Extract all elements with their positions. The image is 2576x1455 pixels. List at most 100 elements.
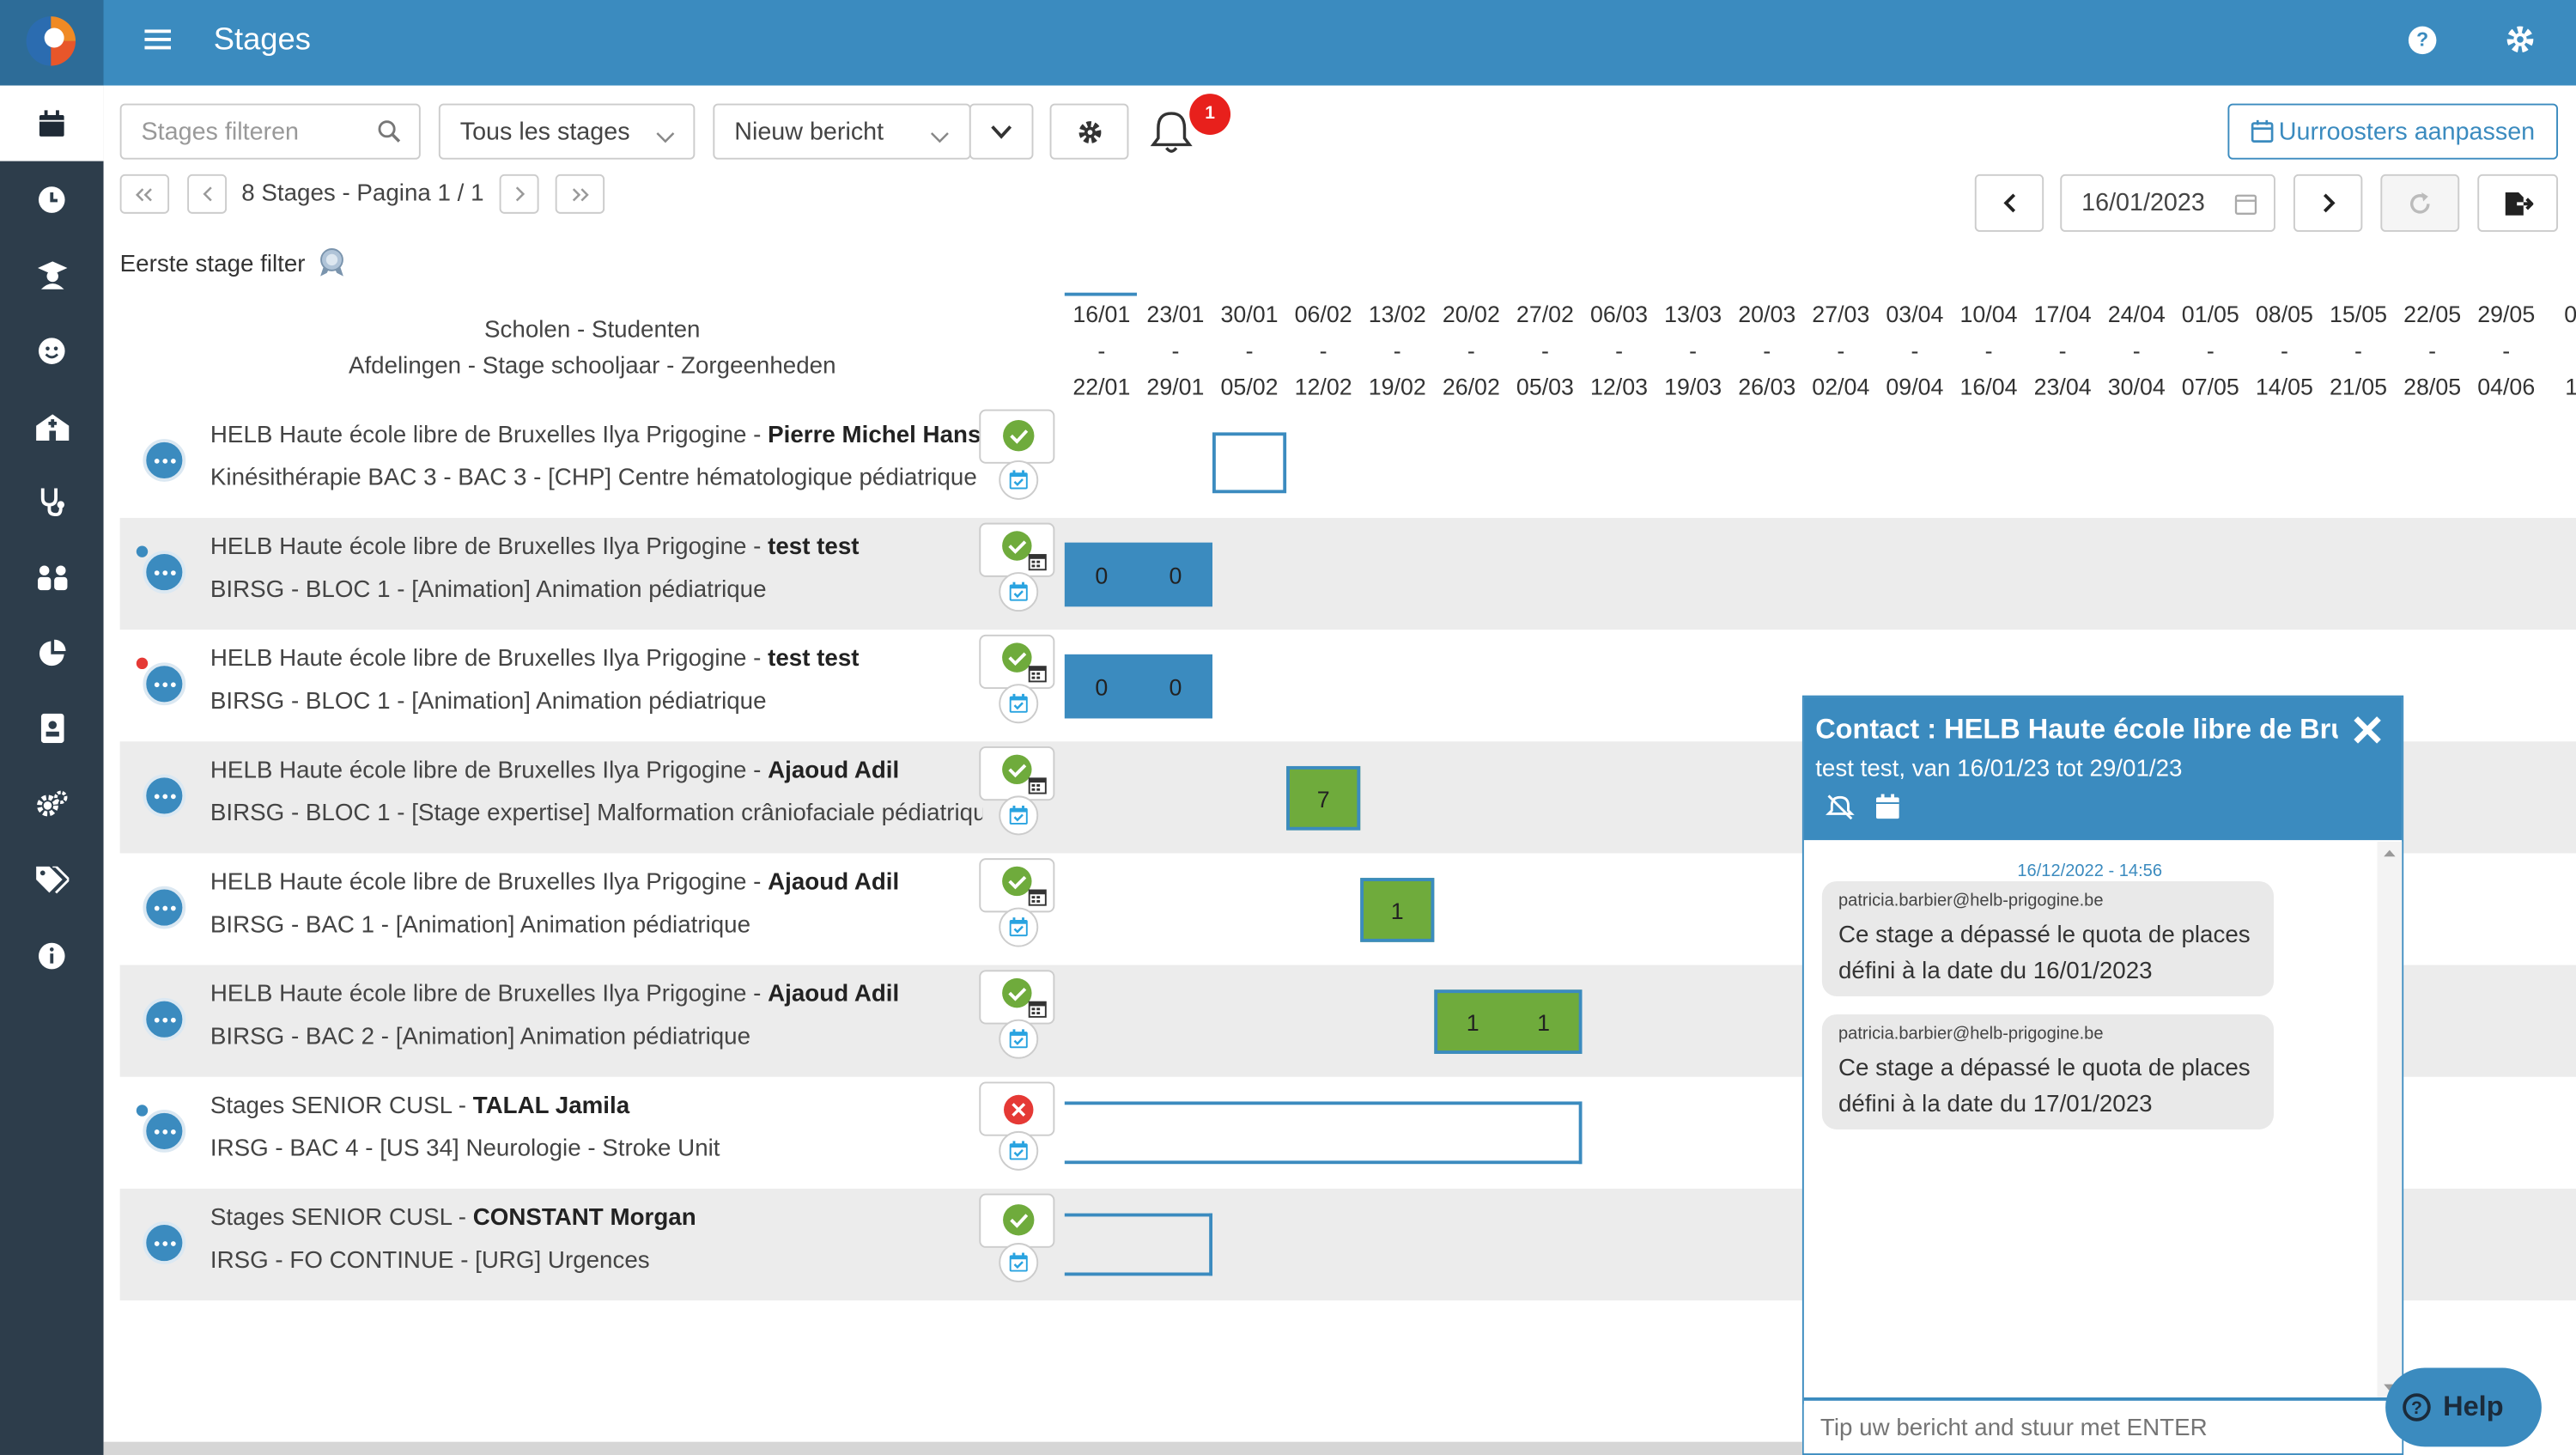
chat-message-input[interactable] bbox=[1803, 1403, 2403, 1454]
calendar-check-icon[interactable] bbox=[999, 572, 1039, 612]
planning-bar-green[interactable]: 11 bbox=[1434, 989, 1583, 1054]
info-icon[interactable] bbox=[0, 917, 104, 993]
student-name: Ajaoud Adil bbox=[768, 869, 900, 897]
planning-range[interactable] bbox=[1064, 1101, 1583, 1165]
status-error-icon[interactable] bbox=[979, 1081, 1055, 1136]
mute-notifications-icon[interactable] bbox=[1826, 794, 1855, 829]
chevron-down-icon bbox=[930, 124, 950, 152]
week-start-date: 06/02 bbox=[1294, 301, 1352, 327]
tags-icon[interactable] bbox=[0, 842, 104, 917]
row-actions-button[interactable] bbox=[143, 1221, 186, 1264]
week-range-dash: - bbox=[1837, 337, 1845, 364]
dropdown-toggle-button[interactable] bbox=[969, 103, 1034, 160]
calendar-check-icon[interactable] bbox=[999, 907, 1039, 947]
award-ribbon-icon[interactable] bbox=[315, 248, 348, 286]
week-end-date: 22/01 bbox=[1072, 373, 1131, 400]
notification-bell-icon[interactable] bbox=[1150, 108, 1193, 162]
calendar-check-icon[interactable] bbox=[999, 1019, 1039, 1059]
refresh-button[interactable] bbox=[2380, 174, 2460, 232]
week-end-date: 26/03 bbox=[1738, 373, 1796, 400]
cogs-icon[interactable] bbox=[0, 766, 104, 842]
planning-bar-green[interactable]: 7 bbox=[1286, 765, 1361, 831]
week-start-date: 20/02 bbox=[1442, 301, 1500, 327]
pie-chart-icon[interactable] bbox=[0, 615, 104, 691]
smiley-icon[interactable] bbox=[0, 313, 104, 388]
chat-scrollbar[interactable] bbox=[2377, 842, 2403, 1397]
calendar-check-icon[interactable] bbox=[999, 1130, 1039, 1171]
id-card-icon[interactable] bbox=[0, 691, 104, 766]
week-start-date: 10/04 bbox=[1959, 301, 2018, 327]
calendar-icon[interactable] bbox=[1875, 794, 1899, 827]
calendar-check-icon[interactable] bbox=[999, 795, 1039, 836]
prev-page-button[interactable] bbox=[187, 174, 228, 214]
horizontal-scrollbar[interactable] bbox=[103, 1441, 1802, 1455]
next-page-button[interactable] bbox=[499, 174, 539, 214]
edit-schedules-button[interactable]: Uurroosters aanpassen bbox=[2227, 103, 2559, 160]
graduate-icon[interactable] bbox=[0, 237, 104, 313]
status-ok-icon[interactable] bbox=[979, 409, 1055, 464]
close-icon[interactable] bbox=[2353, 715, 2382, 753]
clock-icon[interactable] bbox=[0, 161, 104, 237]
calendar-check-icon[interactable] bbox=[999, 1243, 1039, 1282]
week-range-dash: - bbox=[2428, 337, 2437, 364]
stethoscope-icon[interactable] bbox=[0, 464, 104, 539]
week-range-dash: - bbox=[2543, 337, 2576, 363]
hospital-icon[interactable] bbox=[0, 388, 104, 464]
table-row: HELB Haute école libre de Bruxelles Ilya… bbox=[120, 406, 2576, 518]
row-actions-button[interactable] bbox=[143, 1110, 186, 1153]
status-ok-icon[interactable] bbox=[979, 634, 1055, 690]
message-type-select[interactable]: Nieuw bericht bbox=[713, 103, 971, 160]
planning-bar-blue[interactable]: 00 bbox=[1064, 542, 1213, 607]
row-detail: BIRSG - BAC 1 - [Animation] Animation pé… bbox=[210, 912, 751, 939]
week-range-dash: - bbox=[2058, 337, 2067, 364]
people-icon[interactable] bbox=[0, 539, 104, 615]
first-page-button[interactable] bbox=[119, 174, 170, 214]
row-school-student: HELB Haute école libre de Bruxelles Ilya… bbox=[210, 870, 899, 897]
next-week-button[interactable] bbox=[2293, 174, 2363, 232]
previous-week-button[interactable] bbox=[1974, 174, 2044, 232]
week-end-date: 11/ bbox=[2565, 373, 2576, 400]
planning-slot-empty[interactable] bbox=[1212, 432, 1287, 494]
settings-gear-icon[interactable] bbox=[2506, 25, 2535, 63]
row-actions-button[interactable] bbox=[143, 774, 186, 818]
slot-count: 1 bbox=[1390, 897, 1404, 923]
chat-message: patricia.barbier@helb-prigogine.be Ce st… bbox=[1821, 1014, 2275, 1129]
date-value: 16/01/2023 bbox=[2081, 189, 2205, 217]
menu-icon[interactable] bbox=[144, 28, 173, 55]
week-start-date: 29/05 bbox=[2477, 301, 2536, 327]
status-ok-icon[interactable] bbox=[979, 858, 1055, 913]
week-range-dash: - bbox=[2206, 337, 2215, 364]
row-actions-button[interactable] bbox=[143, 886, 186, 929]
last-page-button[interactable] bbox=[555, 174, 605, 214]
help-circle-icon[interactable]: ? bbox=[2408, 26, 2437, 55]
week-end-date: 21/05 bbox=[2329, 373, 2388, 400]
status-ok-icon[interactable] bbox=[979, 1193, 1055, 1248]
row-actions-button[interactable] bbox=[143, 551, 186, 594]
row-actions-button[interactable] bbox=[143, 997, 186, 1041]
calendar-icon[interactable] bbox=[0, 85, 104, 161]
help-button[interactable]: ? Help bbox=[2385, 1367, 2542, 1447]
calendar-check-icon[interactable] bbox=[999, 460, 1039, 500]
stage-filter-input[interactable]: Stages filteren bbox=[119, 103, 421, 160]
date-picker-input[interactable]: 16/01/2023 bbox=[2060, 174, 2275, 232]
table-header-line2: Afdelingen - Stage schooljaar - Zorgeenh… bbox=[348, 353, 836, 380]
row-school-student: HELB Haute école libre de Bruxelles Ilya… bbox=[210, 423, 981, 449]
planning-range[interactable] bbox=[1064, 1213, 1213, 1276]
status-ok-icon[interactable] bbox=[979, 970, 1055, 1025]
export-button[interactable] bbox=[2477, 174, 2559, 232]
week-range-dash: - bbox=[1984, 337, 1993, 364]
chat-subtitle: test test, van 16/01/23 tot 29/01/23 bbox=[1815, 756, 2183, 783]
row-actions-button[interactable] bbox=[143, 439, 186, 482]
week-start-date: 30/01 bbox=[1220, 301, 1279, 327]
app-logo[interactable] bbox=[0, 0, 104, 86]
settings-button[interactable] bbox=[1049, 103, 1129, 160]
planning-bar-blue[interactable]: 00 bbox=[1064, 654, 1213, 719]
calendar-check-icon[interactable] bbox=[999, 684, 1039, 724]
status-ok-icon[interactable] bbox=[979, 522, 1055, 577]
slot-count: 0 bbox=[1169, 561, 1182, 588]
status-ok-icon[interactable] bbox=[979, 746, 1055, 801]
week-range-dash: - bbox=[1763, 337, 1771, 364]
planning-bar-green[interactable]: 1 bbox=[1360, 878, 1435, 942]
row-actions-button[interactable] bbox=[143, 662, 186, 706]
stage-type-select[interactable]: Tous les stages bbox=[438, 103, 696, 160]
